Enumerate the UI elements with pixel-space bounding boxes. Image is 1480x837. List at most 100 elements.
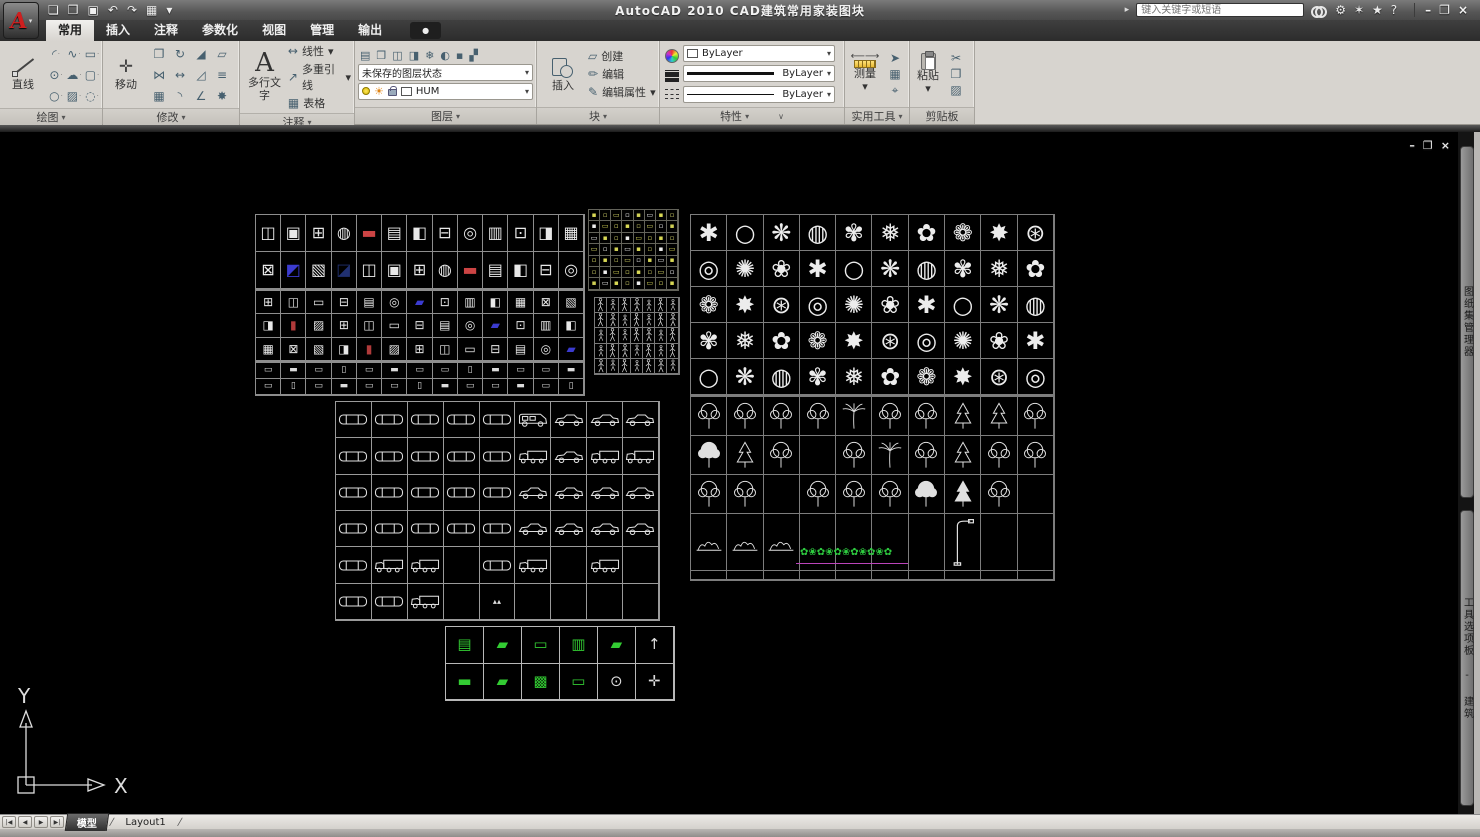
block-cell[interactable]: ✱ — [691, 215, 727, 251]
block-cell[interactable]: ✸ — [981, 215, 1017, 251]
block-cell[interactable]: ▴▴ — [480, 584, 516, 620]
block-cell[interactable] — [691, 436, 727, 475]
panel-label-block[interactable]: 块▾ — [537, 107, 659, 124]
block-cell[interactable]: ▭ — [645, 221, 656, 232]
block-cell[interactable] — [667, 328, 679, 343]
block-cell[interactable] — [408, 547, 444, 583]
block-cell[interactable] — [800, 571, 836, 580]
block-cell[interactable] — [727, 436, 763, 475]
block-cell[interactable]: ⊛ — [764, 287, 800, 323]
block-cell[interactable]: ▬ — [433, 379, 458, 395]
block-cell[interactable] — [945, 571, 981, 580]
block-cell[interactable]: ✾ — [945, 251, 981, 287]
layout-nav-2[interactable]: ▶ — [34, 816, 48, 828]
block-cell[interactable] — [619, 344, 631, 359]
search-input[interactable] — [1136, 3, 1304, 17]
block-cell[interactable] — [372, 584, 408, 620]
explode-icon[interactable]: ✸ — [211, 85, 233, 106]
block-cell[interactable]: ◨ — [256, 314, 281, 337]
block-cell[interactable]: ▭ — [357, 379, 382, 395]
qat-caret-icon[interactable]: ▾ — [166, 3, 172, 17]
block-cell[interactable]: ▦ — [559, 215, 584, 252]
block-cell[interactable]: ▫ — [600, 244, 611, 255]
id-point-icon[interactable]: ⌖ — [884, 83, 906, 98]
block-cell[interactable] — [623, 511, 659, 547]
block-cell[interactable]: ⊞ — [407, 338, 432, 361]
block-cell[interactable]: ⊞ — [407, 252, 432, 289]
multileader[interactable]: ↗多重引线▾ — [288, 61, 351, 93]
block-cell[interactable] — [727, 514, 763, 571]
block-cell[interactable]: ▫ — [589, 267, 600, 278]
block-cell[interactable]: ▭ — [382, 379, 407, 395]
block-cell[interactable]: ↑ — [636, 627, 674, 664]
block-cell[interactable]: ▭ — [534, 379, 559, 395]
block-cell[interactable]: ✸ — [836, 323, 872, 359]
block-cell[interactable] — [800, 436, 836, 475]
block-cell[interactable] — [551, 475, 587, 511]
communication-icon[interactable]: ✶ — [1354, 3, 1364, 17]
block-cell[interactable]: ▭ — [522, 627, 560, 664]
block-cell[interactable] — [515, 511, 551, 547]
block-cell[interactable] — [372, 438, 408, 474]
block-cell[interactable]: ◍ — [800, 215, 836, 251]
rotate-icon[interactable]: ↻ — [169, 43, 191, 64]
block-cell[interactable]: ▯ — [407, 379, 432, 395]
block-cell[interactable] — [909, 571, 945, 580]
block-cell[interactable] — [1018, 475, 1054, 514]
block-cell[interactable]: ▭ — [600, 221, 611, 232]
block-cell[interactable] — [764, 397, 800, 436]
block-cell[interactable] — [444, 584, 480, 620]
block-cell[interactable]: ▫ — [611, 256, 622, 267]
layer-properties-icon[interactable]: ▤ — [360, 49, 370, 62]
block-cell[interactable]: ❀ — [981, 323, 1017, 359]
block-cell[interactable]: ▤ — [433, 314, 458, 337]
block-cell[interactable]: ✱ — [800, 251, 836, 287]
print-icon[interactable]: ▦ — [146, 3, 157, 17]
block-cell[interactable] — [587, 584, 623, 620]
block-cell[interactable]: ▫ — [589, 256, 600, 267]
chamfer-icon[interactable]: ∠ — [190, 85, 212, 106]
block-cell[interactable]: ▰ — [559, 338, 584, 361]
layer-state-dropdown[interactable]: 未保存的图层状态 ▾ — [358, 64, 533, 81]
block-cell[interactable]: ▬ — [382, 363, 407, 379]
block-cell[interactable]: ▭ — [458, 338, 483, 361]
block-cell[interactable] — [551, 402, 587, 438]
block-cell[interactable] — [667, 298, 679, 313]
block-cell[interactable]: ◫ — [256, 215, 281, 252]
block-cell[interactable]: ◫ — [433, 338, 458, 361]
block-cell[interactable]: ▭ — [656, 267, 667, 278]
block-cell[interactable]: ❅ — [981, 251, 1017, 287]
block-cell[interactable] — [551, 511, 587, 547]
block-cell[interactable] — [631, 328, 643, 343]
block-cell[interactable]: ▰ — [598, 627, 636, 664]
block-cell[interactable]: ⊡ — [508, 314, 533, 337]
block-cell[interactable]: ▭ — [589, 233, 600, 244]
block-cell[interactable] — [981, 436, 1017, 475]
block-cell[interactable] — [655, 298, 667, 313]
block-cell[interactable] — [643, 344, 655, 359]
block-cell[interactable]: ▨ — [306, 314, 331, 337]
block-cell[interactable]: ▬ — [332, 379, 357, 395]
layer-off-icon[interactable]: ◐ — [440, 49, 450, 62]
drawing-canvas[interactable]: –❐× ◫▣⊞◍▬▤◧⊟◎▥⊡◨▦⊠◩▧◪◫▣⊞◍▬▤◧⊟◎ ⊞◫▭⊟▤◎▰⊡▥… — [0, 132, 1480, 814]
block-cell[interactable] — [800, 475, 836, 514]
block-cell[interactable]: ✾ — [691, 323, 727, 359]
block-cell[interactable]: ✿ — [1018, 251, 1054, 287]
block-cell[interactable]: ▭ — [560, 664, 598, 701]
layer-dropdown[interactable]: ☀ HUM ▾ — [358, 83, 533, 100]
block-cell[interactable] — [872, 397, 908, 436]
block-cell[interactable]: ▭ — [600, 278, 611, 289]
save-icon[interactable]: ▣ — [88, 3, 99, 17]
block-cell[interactable] — [408, 475, 444, 511]
block-cell[interactable]: ▤ — [446, 627, 484, 664]
furniture-block-grid-small[interactable]: ▭▬▭▯▭▬▭▭▯▬▭▭▬▭▯▭▬▭▭▯▬▭▭▬▭▯ — [255, 362, 585, 396]
block-cell[interactable] — [619, 359, 631, 374]
layout-tab-模型[interactable]: 模型 — [65, 813, 110, 831]
block-cell[interactable]: ▫ — [645, 244, 656, 255]
block-cell[interactable]: ▪ — [589, 221, 600, 232]
block-cell[interactable]: ▪ — [645, 256, 656, 267]
block-cell[interactable]: ◎ — [691, 251, 727, 287]
block-cell[interactable] — [691, 571, 727, 580]
close-button[interactable]: × — [1458, 3, 1468, 17]
block-cell[interactable]: ▭ — [306, 291, 331, 314]
